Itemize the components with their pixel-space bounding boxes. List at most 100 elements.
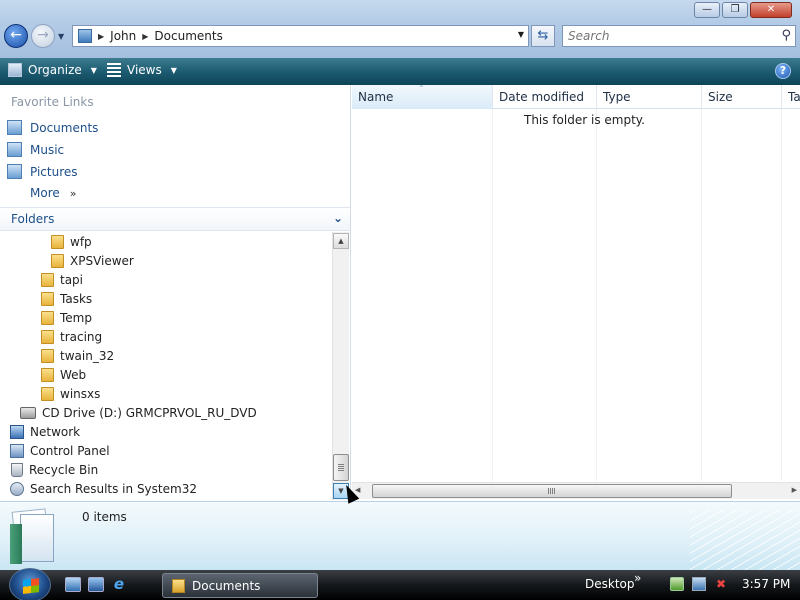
tree-item-recycle-bin[interactable]: Recycle Bin <box>11 463 98 477</box>
favorite-link-label: Pictures <box>30 164 78 179</box>
column-header-tags[interactable]: Ta <box>782 85 800 109</box>
folder-icon <box>172 578 185 593</box>
column-header-type[interactable]: Type <box>597 85 702 109</box>
column-label: Type <box>603 90 631 104</box>
tree-item-label: XPSViewer <box>70 254 134 268</box>
windows-logo-icon <box>23 578 39 594</box>
start-button[interactable] <box>9 568 51 600</box>
help-icon[interactable]: ? <box>775 63 791 79</box>
chevron-down-icon: ▼ <box>90 65 97 75</box>
title-bar: — ❐ ✕ ← → ▼ ▶ John ▶ Documents ▼ ⇆ ⚲ <box>0 0 800 58</box>
control-panel-icon <box>10 444 24 458</box>
tree-item-twain-32[interactable]: twain_32 <box>41 349 114 363</box>
breadcrumb-john[interactable]: John <box>110 29 136 43</box>
folders-header[interactable]: Folders ⌄ <box>0 207 350 231</box>
tree-item-winsxs[interactable]: winsxs <box>41 387 100 401</box>
tree-item-tasks[interactable]: Tasks <box>41 292 92 306</box>
organize-button[interactable]: Organize ▼ <box>8 63 97 77</box>
tree-item-label: tapi <box>60 273 84 287</box>
network-status-icon[interactable] <box>692 577 706 591</box>
tree-item-web[interactable]: Web <box>41 368 86 382</box>
sort-ascending-icon: ⌃ <box>418 84 425 93</box>
pictures-icon <box>7 164 22 179</box>
desktop-toolbar-label[interactable]: Desktop <box>585 577 635 591</box>
file-list-horizontal-scrollbar[interactable]: ◀ ▶ <box>352 482 800 499</box>
volume-muted-icon[interactable]: ✖ <box>714 577 728 591</box>
tree-item-temp[interactable]: Temp <box>41 311 92 325</box>
search-box[interactable]: ⚲ <box>562 25 796 47</box>
tree-item-tracing[interactable]: tracing <box>41 330 102 344</box>
folder-icon <box>41 349 54 363</box>
details-pane: 0 items <box>0 501 800 570</box>
tree-item-cd-drive[interactable]: CD Drive (D:) GRMCPRVOL_RU_DVD <box>20 406 257 420</box>
tree-item-label: Tasks <box>60 292 93 306</box>
tree-item-label: twain_32 <box>60 349 115 363</box>
folder-icon <box>51 235 64 249</box>
grip-icon <box>338 464 344 471</box>
recent-pages-dropdown[interactable]: ▼ <box>58 32 64 41</box>
system-clock[interactable]: 3:57 PM <box>742 577 790 591</box>
column-header-date-modified[interactable]: Date modified <box>493 85 597 109</box>
folder-icon <box>41 330 54 344</box>
tree-item-wfp[interactable]: wfp <box>51 235 92 249</box>
breadcrumb-documents[interactable]: Documents <box>154 29 222 43</box>
file-list-pane: ⌃ Name Date modified Type Size Ta This f… <box>352 84 800 501</box>
back-button[interactable]: ← <box>4 24 28 48</box>
network-icon <box>10 425 24 439</box>
toolbar-chevron-icon[interactable]: » <box>634 571 641 585</box>
tree-item-tapi[interactable]: tapi <box>41 273 83 287</box>
minimize-button[interactable]: — <box>694 2 720 18</box>
breadcrumb-separator-icon[interactable]: ▶ <box>142 32 148 41</box>
command-bar: Organize ▼ Views ▼ ? <box>0 58 800 85</box>
tree-item-xpsviewer[interactable]: XPSViewer <box>51 254 134 268</box>
folder-icon <box>41 387 54 401</box>
close-button[interactable]: ✕ <box>750 2 792 18</box>
scroll-right-button[interactable]: ▶ <box>792 486 797 494</box>
views-icon <box>107 63 121 77</box>
location-icon <box>78 29 92 43</box>
favorite-link-pictures[interactable]: Pictures <box>7 164 78 179</box>
folders-heading: Folders <box>11 212 55 226</box>
search-input[interactable] <box>563 26 763 46</box>
column-header-size[interactable]: Size <box>702 85 782 109</box>
folder-icon <box>41 273 54 287</box>
tree-item-label: tracing <box>60 330 103 344</box>
internet-explorer-icon[interactable]: e <box>111 577 127 592</box>
column-label: Name <box>358 90 394 104</box>
address-bar[interactable]: ▶ John ▶ Documents ▼ <box>72 25 529 47</box>
tree-item-network[interactable]: Network <box>10 425 80 439</box>
maximize-button[interactable]: ❐ <box>722 2 748 18</box>
favorite-link-more[interactable]: More » <box>30 186 76 200</box>
favorite-links-heading: Favorite Links <box>11 95 94 109</box>
column-label: Date modified <box>499 90 585 104</box>
tree-item-control-panel[interactable]: Control Panel <box>10 444 110 458</box>
tree-item-label: Recycle Bin <box>29 463 99 477</box>
column-divider <box>596 109 597 481</box>
taskbar-button-documents[interactable]: Documents <box>162 573 318 598</box>
scroll-thumb[interactable] <box>372 484 732 498</box>
folder-icon <box>51 254 64 268</box>
favorite-link-music[interactable]: Music <box>7 142 64 157</box>
views-button[interactable]: Views ▼ <box>107 63 177 77</box>
favorite-link-documents[interactable]: Documents <box>7 120 98 135</box>
tree-item-label: wfp <box>70 235 92 249</box>
tree-item-search-results[interactable]: Search Results in System32 <box>10 482 197 496</box>
tree-item-label: Web <box>60 368 87 382</box>
address-dropdown-icon[interactable]: ▼ <box>518 30 524 39</box>
refresh-button[interactable]: ⇆ <box>531 25 555 47</box>
back-arrow-icon: ← <box>10 27 22 43</box>
search-icon[interactable]: ⚲ <box>781 28 791 43</box>
switch-windows-icon[interactable] <box>88 577 104 592</box>
favorite-link-label: More <box>30 186 60 200</box>
chevron-down-icon[interactable]: ⌄ <box>333 211 343 225</box>
chevron-down-icon: ▼ <box>170 65 177 75</box>
show-desktop-icon[interactable] <box>65 577 81 592</box>
breadcrumb-separator-icon[interactable]: ▶ <box>98 32 104 41</box>
scroll-up-button[interactable]: ▲ <box>333 233 349 249</box>
scroll-thumb[interactable] <box>333 454 349 481</box>
column-header-name[interactable]: ⌃ Name <box>352 84 493 109</box>
column-divider <box>492 109 493 481</box>
forward-button[interactable]: → <box>31 24 55 48</box>
folder-tree-scrollbar[interactable]: ▲ ▼ <box>332 232 349 500</box>
security-center-icon[interactable] <box>670 577 684 591</box>
